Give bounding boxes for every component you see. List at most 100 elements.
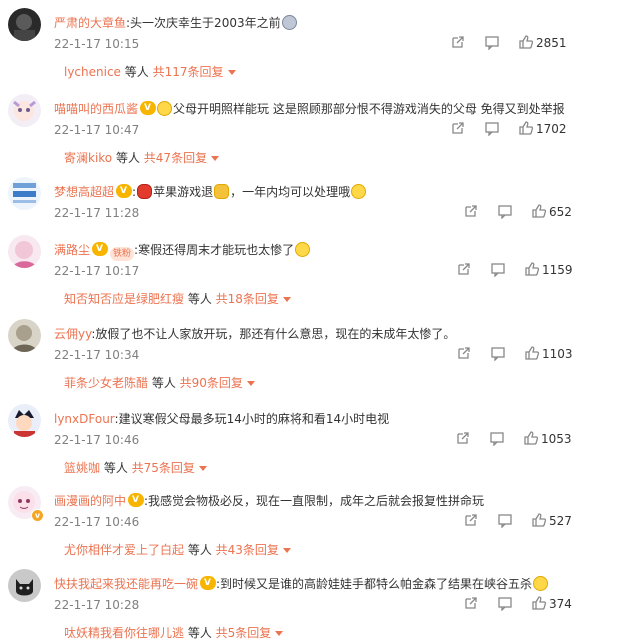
reply-count[interactable]: 共18条回复 [216, 292, 279, 306]
like-count: 374 [549, 597, 572, 611]
replies-link[interactable]: 菲条少女老陈醋 等人 共90条回复 [64, 375, 255, 391]
reply-mid: 等人 [184, 292, 216, 306]
avatar[interactable] [8, 8, 41, 41]
timestamp: 22-1-17 10:47 [54, 123, 140, 137]
comment-icon[interactable] [490, 261, 506, 277]
comment-text-b: ，一年内均可以处理哦 [230, 185, 351, 199]
timestamp: 22-1-17 10:17 [54, 264, 140, 278]
comment-icon[interactable] [490, 345, 506, 361]
comment-text: :寒假还得周末才能玩也太惨了 [134, 243, 295, 257]
replies-link[interactable]: 知否知否应是绿肥红瘦 等人 共18条回复 [64, 291, 291, 307]
reply-mid: 等人 [112, 151, 144, 165]
share-icon[interactable] [455, 430, 471, 446]
replies-link[interactable]: 篮姚咖 等人 共75条回复 [64, 460, 207, 476]
comment-icon[interactable] [497, 203, 513, 219]
username-link[interactable]: lynxDFour [54, 412, 115, 426]
reply-username[interactable]: lychenice [64, 65, 121, 79]
thumbs-up-icon[interactable] [523, 430, 539, 446]
share-icon[interactable] [450, 34, 466, 50]
reply-count[interactable]: 共47条回复 [144, 151, 207, 165]
chevron-down-icon [282, 548, 291, 553]
like-count: 527 [549, 514, 572, 528]
reply-count[interactable]: 共5条回复 [216, 626, 272, 640]
timestamp: 22-1-17 10:46 [54, 433, 140, 447]
emoji-icon [157, 101, 173, 116]
avatar[interactable] [8, 235, 41, 268]
timestamp: 22-1-17 11:28 [54, 206, 140, 220]
like-count: 2851 [536, 36, 567, 50]
avatar[interactable] [8, 404, 41, 437]
comment-icon[interactable] [497, 512, 513, 528]
avatar[interactable] [8, 94, 41, 127]
reply-username[interactable]: 尤你相伴才爱上了白起 [64, 543, 184, 557]
avatar[interactable] [8, 569, 41, 602]
avatar[interactable] [8, 319, 41, 352]
chevron-down-icon [227, 70, 236, 75]
replies-link[interactable]: 尤你相伴才爱上了白起 等人 共43条回复 [64, 542, 291, 558]
timestamp: 22-1-17 10:28 [54, 598, 140, 612]
thumbs-up-icon[interactable] [531, 595, 547, 611]
chevron-down-icon [211, 156, 220, 161]
comment-actions: 1053 [455, 430, 608, 448]
reply-username[interactable]: 篮姚咖 [64, 461, 100, 475]
replies-link[interactable]: lychenice 等人 共117条回复 [64, 64, 236, 80]
reply-username[interactable]: 寄澜kiko [64, 151, 112, 165]
share-icon[interactable] [463, 595, 479, 611]
comment-icon[interactable] [484, 120, 500, 136]
vip-badge-icon [116, 184, 133, 198]
username-link[interactable]: 快扶我起来我还能再吃一碗 [54, 577, 198, 591]
reply-mid: 等人 [184, 543, 216, 557]
reply-count[interactable]: 共43条回复 [216, 543, 279, 557]
vip-badge-icon [200, 576, 217, 590]
replies-link[interactable]: 呔妖精我看你往哪儿逃 等人 共5条回复 [64, 625, 284, 641]
apple-emoji-icon [137, 184, 153, 199]
reply-username[interactable]: 呔妖精我看你往哪儿逃 [64, 626, 184, 640]
like-count: 652 [549, 205, 572, 219]
share-icon[interactable] [463, 203, 479, 219]
username-link[interactable]: 云佣yy [54, 327, 91, 341]
comment-text: :建议寒假父母最多玩14小时的麻将和看14小时电视 [114, 412, 390, 426]
timestamp: 22-1-17 10:15 [54, 37, 140, 51]
share-icon[interactable] [463, 512, 479, 528]
reply-username[interactable]: 菲条少女老陈醋 [64, 376, 148, 390]
comment-icon[interactable] [497, 595, 513, 611]
comment-text-a: 苹果游戏退 [153, 185, 214, 199]
comment-icon[interactable] [484, 34, 500, 50]
verified-badge-icon: v [31, 509, 44, 522]
reply-mid: 等人 [148, 376, 180, 390]
reply-mid: 等人 [120, 65, 153, 79]
reply-count[interactable]: 共75条回复 [132, 461, 195, 475]
thumbs-up-icon[interactable] [524, 345, 540, 361]
comment-text: :到时候又是谁的高龄娃娃手都特么帕金森了结果在峡谷五杀 [216, 577, 533, 591]
comment-actions: 1702 [450, 120, 608, 138]
username-link[interactable]: 画漫画的阿中 [54, 494, 126, 508]
username-link[interactable]: 梦想高超超 [54, 185, 114, 199]
like-count: 1159 [542, 263, 573, 277]
username-link[interactable]: 满路尘 [54, 243, 90, 257]
reply-count[interactable]: 共90条回复 [180, 376, 243, 390]
thumbs-up-icon[interactable] [518, 120, 534, 136]
thumbs-up-icon[interactable] [518, 34, 534, 50]
username-link[interactable]: 严肃的大章鱼 [54, 16, 126, 30]
share-icon[interactable] [450, 120, 466, 136]
reply-mid: 等人 [184, 626, 216, 640]
like-count: 1053 [541, 432, 572, 446]
share-icon[interactable] [456, 345, 472, 361]
timestamp: 22-1-17 10:34 [54, 348, 140, 362]
thumbs-up-icon[interactable] [524, 261, 540, 277]
reply-mid: 等人 [100, 461, 132, 475]
chevron-down-icon [282, 297, 291, 302]
reply-username[interactable]: 知否知否应是绿肥红瘦 [64, 292, 184, 306]
reply-count[interactable]: 共117条回复 [153, 65, 224, 79]
fan-badge: 铁粉 [110, 247, 135, 261]
username-link[interactable]: 喵喵叫的西瓜酱 [54, 102, 138, 116]
avatar[interactable] [8, 177, 41, 210]
like-count: 1702 [536, 122, 567, 136]
share-icon[interactable] [456, 261, 472, 277]
timestamp: 22-1-17 10:46 [54, 515, 140, 529]
money-bag-emoji-icon [214, 184, 230, 199]
comment-icon[interactable] [489, 430, 505, 446]
thumbs-up-icon[interactable] [531, 512, 547, 528]
thumbs-up-icon[interactable] [531, 203, 547, 219]
replies-link[interactable]: 寄澜kiko 等人 共47条回复 [64, 150, 220, 166]
